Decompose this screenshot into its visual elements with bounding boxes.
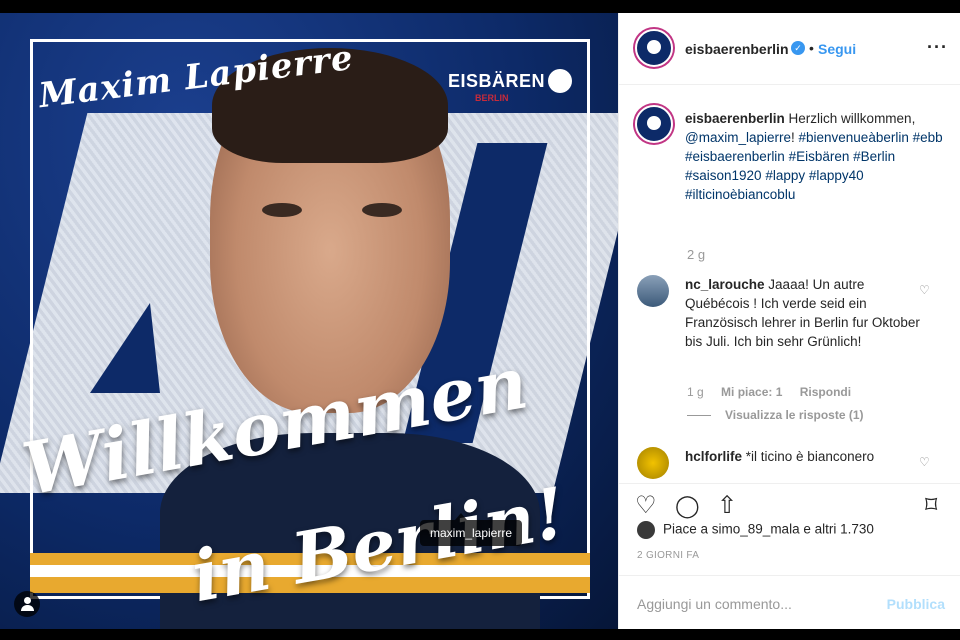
follow-button[interactable]: Segui (818, 41, 856, 57)
comment-like-heart-icon[interactable]: ♡ (919, 455, 930, 469)
post-timestamp[interactable]: 2 GIORNI FA (637, 550, 699, 561)
user-tag-icon[interactable] (14, 591, 40, 617)
comment: nc_larouche Jaaaa! Un autre Québécois ! … (685, 275, 925, 351)
verified-badge-icon: ✓ (791, 41, 805, 55)
comment-bubble-icon[interactable]: ◯ (675, 494, 700, 518)
likes-user[interactable]: simo_89_mala (712, 522, 800, 537)
likes-prefix: Piace a (663, 521, 712, 537)
tag-pointer (455, 513, 467, 520)
player-eye (262, 203, 302, 217)
comment-input[interactable]: Aggiungi un commento... (637, 596, 792, 612)
header-username[interactable]: eisbaerenberlin (685, 41, 789, 57)
user-tag[interactable]: maxim_lapierre (420, 520, 523, 546)
post-header: eisbaerenberlin ✓ • Segui ··· (619, 13, 960, 85)
avatar[interactable] (635, 29, 673, 67)
likes-middle: e (799, 521, 815, 537)
like-heart-icon[interactable]: ♡ (635, 494, 657, 518)
comment-avatar[interactable] (637, 275, 669, 307)
caption-avatar[interactable] (635, 105, 673, 143)
comment-likes-count[interactable]: Mi piace: 1 (721, 385, 782, 399)
comment-text: *il ticino è bianconero (745, 449, 875, 464)
reply-button[interactable]: Rispondi (800, 385, 851, 399)
separator-dot: • (809, 40, 814, 56)
comment-meta: 1 g Mi piace: 1 Rispondi (687, 385, 865, 399)
comment-username[interactable]: nc_larouche (685, 277, 765, 292)
replies-divider (687, 415, 711, 417)
comment-username[interactable]: hclforlife (685, 449, 742, 464)
caption-text: ! (790, 130, 799, 145)
save-bookmark-icon[interactable]: ⌑ (925, 494, 937, 518)
share-icon[interactable]: ⇧ (717, 494, 737, 518)
polar-bear-logo-icon (548, 69, 572, 93)
liker-avatar (637, 521, 655, 539)
likes-summary: Piace a simo_89_mala e altri 1.730 (637, 521, 874, 539)
add-comment-form: Aggiungi un commento... Pubblica (619, 575, 960, 630)
instagram-post: Maxim Lapierre EISBÄREN BERLIN Willkomme… (0, 13, 960, 629)
likes-others[interactable]: altri 1.730 (815, 522, 874, 537)
brand-logo-text: EISBÄREN (448, 71, 546, 91)
caption-username[interactable]: eisbaerenberlin (685, 111, 785, 126)
post-sidebar: eisbaerenberlin ✓ • Segui ··· eisbaerenb… (618, 13, 960, 629)
brand-logo-subtext: BERLIN (475, 93, 509, 103)
comment-age: 1 g (687, 385, 704, 399)
more-options-icon[interactable]: ··· (927, 37, 948, 58)
caption-age: 2 g (687, 247, 706, 262)
caption-mention[interactable]: @maxim_lapierre (685, 130, 791, 145)
view-replies-button[interactable]: Visualizza le risposte (1) (687, 408, 864, 422)
player-eye (362, 203, 402, 217)
view-replies-label: Visualizza le risposte (1) (725, 408, 864, 422)
publish-button[interactable]: Pubblica (887, 596, 945, 612)
caption-text: Herzlich willkommen, (784, 111, 916, 126)
comment-like-heart-icon[interactable]: ♡ (919, 283, 930, 297)
post-actions-bar: ♡ ◯ ⇧ ⌑ (619, 483, 960, 524)
comment: hclforlife *il ticino è bianconero (685, 447, 925, 466)
comment-avatar[interactable] (637, 447, 669, 479)
post-image[interactable]: Maxim Lapierre EISBÄREN BERLIN Willkomme… (0, 13, 618, 629)
post-caption: eisbaerenberlin Herzlich willkommen, @ma… (685, 109, 951, 204)
